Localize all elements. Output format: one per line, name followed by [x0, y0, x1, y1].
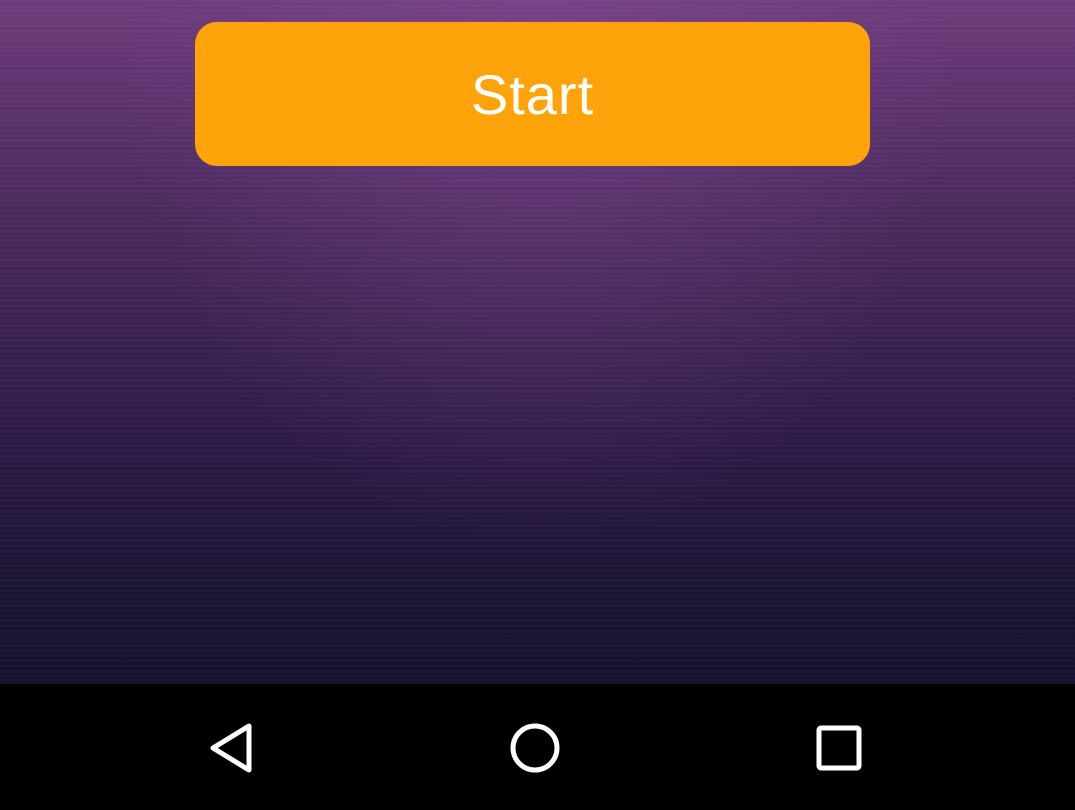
- back-button[interactable]: [197, 712, 269, 784]
- home-circle-icon: [510, 723, 560, 773]
- back-triangle-icon: [210, 723, 252, 773]
- start-button[interactable]: Start: [195, 22, 870, 166]
- recents-button[interactable]: [803, 712, 875, 784]
- navigation-bar: [0, 684, 1075, 810]
- recents-square-icon: [816, 725, 862, 771]
- home-button[interactable]: [499, 712, 571, 784]
- wallpaper-background: Start: [0, 0, 1075, 684]
